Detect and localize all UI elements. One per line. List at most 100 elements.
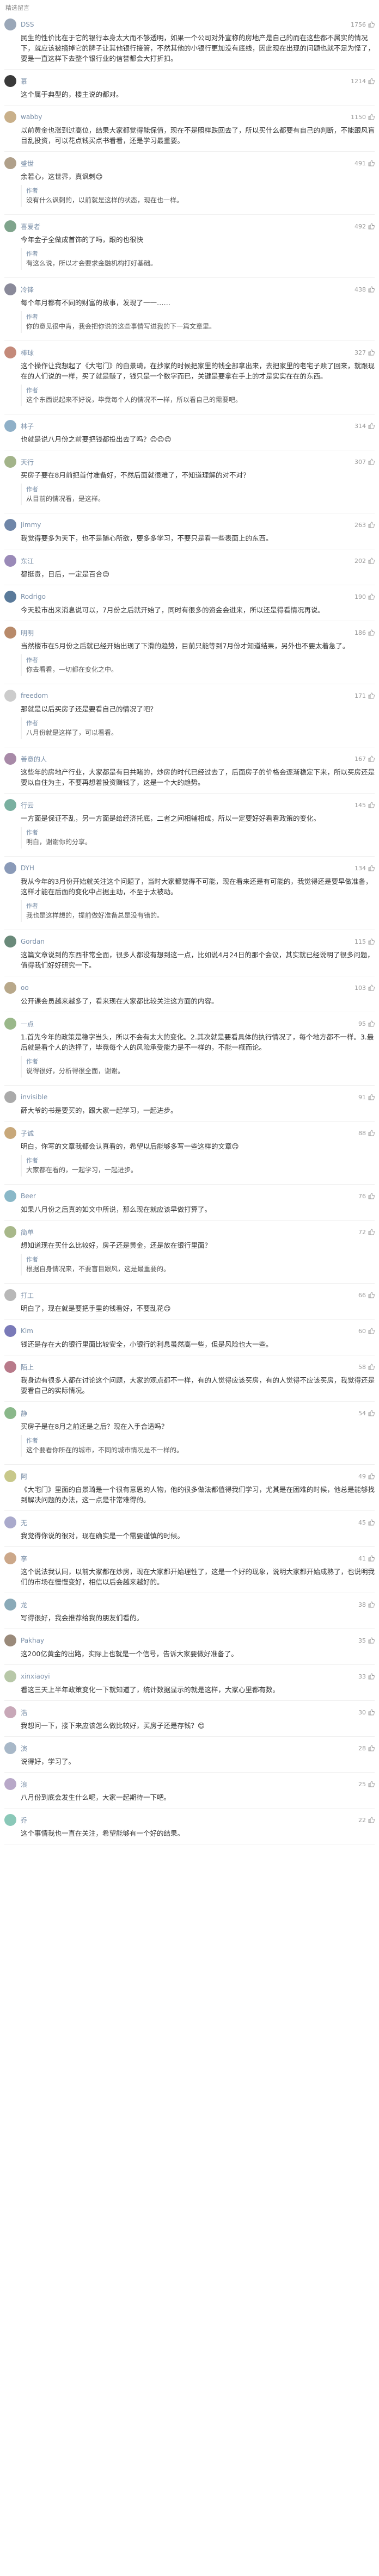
commenter-name[interactable]: DSS <box>21 21 351 28</box>
commenter-name[interactable]: 打工 <box>21 1291 358 1300</box>
avatar[interactable] <box>4 591 16 603</box>
like-button[interactable]: 38 <box>358 1601 375 1608</box>
avatar[interactable] <box>4 1742 16 1754</box>
like-button[interactable]: 263 <box>354 522 375 529</box>
like-button[interactable]: 58 <box>358 1364 375 1371</box>
like-button[interactable]: 30 <box>358 1709 375 1716</box>
commenter-name[interactable]: 简单 <box>21 1228 358 1237</box>
avatar[interactable] <box>4 1814 16 1826</box>
avatar[interactable] <box>4 111 16 123</box>
avatar[interactable] <box>4 1778 16 1790</box>
avatar[interactable] <box>4 1091 16 1103</box>
like-button[interactable]: 190 <box>354 593 375 600</box>
like-button[interactable]: 95 <box>358 1020 375 1027</box>
avatar[interactable] <box>4 1516 16 1528</box>
commenter-name[interactable]: 阿 <box>21 1472 358 1481</box>
avatar[interactable] <box>4 1552 16 1564</box>
like-button[interactable]: 88 <box>358 1130 375 1137</box>
avatar[interactable] <box>4 519 16 531</box>
commenter-name[interactable]: 慕 <box>21 77 351 86</box>
commenter-name[interactable]: 棒球 <box>21 348 354 357</box>
commenter-name[interactable]: Beer <box>21 1192 358 1200</box>
commenter-name[interactable]: 无 <box>21 1518 358 1527</box>
avatar[interactable] <box>4 1599 16 1611</box>
commenter-name[interactable]: freedom <box>21 692 354 699</box>
like-button[interactable]: 1756 <box>351 21 375 28</box>
like-button[interactable]: 167 <box>354 756 375 763</box>
like-button[interactable]: 327 <box>354 349 375 356</box>
avatar[interactable] <box>4 157 16 169</box>
avatar[interactable] <box>4 1634 16 1646</box>
like-button[interactable]: 22 <box>358 1817 375 1824</box>
avatar[interactable] <box>4 1226 16 1238</box>
avatar[interactable] <box>4 1706 16 1718</box>
like-button[interactable]: 45 <box>358 1519 375 1526</box>
commenter-name[interactable]: 林子 <box>21 422 354 431</box>
like-button[interactable]: 91 <box>358 1094 375 1101</box>
avatar[interactable] <box>4 283 16 295</box>
like-button[interactable]: 171 <box>354 692 375 699</box>
like-button[interactable]: 54 <box>358 1410 375 1417</box>
commenter-name[interactable]: 盛世 <box>21 159 354 168</box>
like-button[interactable]: 314 <box>354 423 375 430</box>
commenter-name[interactable]: 喜爱者 <box>21 222 354 231</box>
like-button[interactable]: 41 <box>358 1555 375 1562</box>
avatar[interactable] <box>4 456 16 468</box>
like-button[interactable]: 492 <box>354 223 375 230</box>
avatar[interactable] <box>4 18 16 30</box>
commenter-name[interactable]: 东江 <box>21 556 354 566</box>
like-button[interactable]: 72 <box>358 1229 375 1236</box>
avatar[interactable] <box>4 799 16 811</box>
avatar[interactable] <box>4 1470 16 1482</box>
avatar[interactable] <box>4 1289 16 1301</box>
like-button[interactable]: 60 <box>358 1328 375 1335</box>
commenter-name[interactable]: 冷锋 <box>21 285 354 294</box>
like-button[interactable]: 33 <box>358 1673 375 1680</box>
commenter-name[interactable]: 行云 <box>21 801 354 810</box>
like-button[interactable]: 66 <box>358 1292 375 1299</box>
like-button[interactable]: 25 <box>358 1781 375 1788</box>
avatar[interactable] <box>4 982 16 994</box>
commenter-name[interactable]: invisible <box>21 1093 358 1101</box>
like-button[interactable]: 28 <box>358 1745 375 1752</box>
commenter-name[interactable]: 明明 <box>21 628 354 637</box>
like-button[interactable]: 115 <box>354 938 375 945</box>
avatar[interactable] <box>4 1018 16 1030</box>
like-button[interactable]: 35 <box>358 1637 375 1644</box>
commenter-name[interactable]: Kim <box>21 1327 358 1335</box>
commenter-name[interactable]: 静 <box>21 1409 358 1418</box>
commenter-name[interactable]: Pakhay <box>21 1637 358 1644</box>
commenter-name[interactable]: 天行 <box>21 457 354 467</box>
avatar[interactable] <box>4 1127 16 1139</box>
like-button[interactable]: 438 <box>354 286 375 293</box>
avatar[interactable] <box>4 420 16 432</box>
avatar[interactable] <box>4 1361 16 1373</box>
commenter-name[interactable]: 浪 <box>21 1780 358 1789</box>
like-button[interactable]: 49 <box>358 1473 375 1480</box>
commenter-name[interactable]: 陌上 <box>21 1363 358 1372</box>
commenter-name[interactable]: 一点 <box>21 1019 358 1029</box>
like-button[interactable]: 1214 <box>351 78 375 85</box>
commenter-name[interactable]: wabby <box>21 113 351 121</box>
commenter-name[interactable]: xinxiaoyi <box>21 1673 358 1680</box>
commenter-name[interactable]: 龙 <box>21 1600 358 1609</box>
avatar[interactable] <box>4 220 16 232</box>
avatar[interactable] <box>4 1325 16 1337</box>
avatar[interactable] <box>4 1407 16 1419</box>
avatar[interactable] <box>4 753 16 765</box>
like-button[interactable]: 134 <box>354 865 375 872</box>
avatar[interactable] <box>4 346 16 358</box>
like-button[interactable]: 186 <box>354 629 375 636</box>
like-button[interactable]: 1150 <box>351 114 375 121</box>
commenter-name[interactable]: 子诚 <box>21 1129 358 1138</box>
avatar[interactable] <box>4 555 16 567</box>
avatar[interactable] <box>4 936 16 948</box>
commenter-name[interactable]: DYH <box>21 864 354 872</box>
like-button[interactable]: 76 <box>358 1193 375 1200</box>
commenter-name[interactable]: Rodrigo <box>21 593 354 600</box>
avatar[interactable] <box>4 862 16 874</box>
avatar[interactable] <box>4 627 16 639</box>
like-button[interactable]: 307 <box>354 459 375 466</box>
commenter-name[interactable]: 李 <box>21 1554 358 1563</box>
commenter-name[interactable]: oo <box>21 984 354 992</box>
